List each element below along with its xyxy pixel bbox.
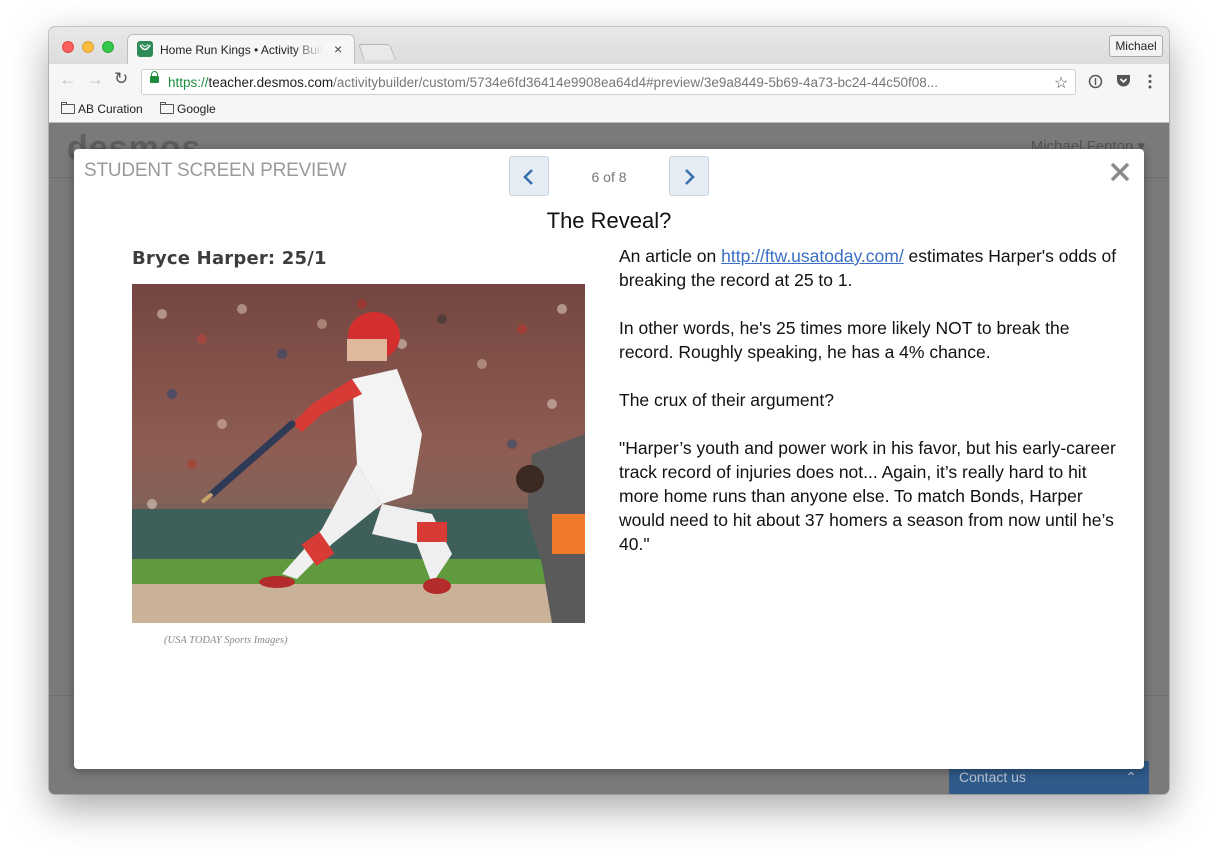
previous-screen-button[interactable] [509, 156, 549, 196]
lock-icon [150, 71, 159, 83]
profile-button[interactable]: Michael [1109, 35, 1163, 57]
photo-caption: (USA TODAY Sports Images) [164, 635, 288, 646]
article-paragraph-2: In other words, he's 25 times more likel… [619, 318, 1070, 362]
chevron-right-icon [685, 169, 695, 185]
chevron-left-icon [523, 169, 533, 185]
bookmark-star-icon[interactable]: ☆ [1054, 73, 1068, 93]
pocket-extension-icon[interactable] [1116, 74, 1131, 88]
forward-icon[interactable]: → [86, 69, 104, 90]
desmos-favicon-icon [137, 41, 153, 57]
address-bar[interactable]: https://teacher.desmos.com/activitybuild… [141, 69, 1076, 95]
title-bar: Home Run Kings • Activity Builder × Mich… [49, 27, 1169, 64]
article-paragraph-3: The crux of their argument? [619, 390, 834, 410]
article-text: An article on http://ftw.usatoday.com/ e… [619, 244, 1119, 580]
reload-icon[interactable]: ↻ [114, 69, 128, 89]
browser-toolbar: ← → ↻ https://teacher.desmos.com/activit… [49, 64, 1169, 97]
bookmark-ab-curation[interactable]: AB Curation [61, 102, 143, 116]
close-icon[interactable] [1108, 160, 1132, 184]
student-preview-modal: STUDENT SCREEN PREVIEW 6 of 8 The Reveal… [74, 149, 1144, 769]
zoom-window-button[interactable] [102, 41, 114, 53]
back-icon[interactable]: ← [59, 69, 77, 90]
screen-title: The Reveal? [546, 208, 672, 233]
screen-counter: 6 of 8 [591, 169, 627, 185]
info-extension-icon[interactable] [1088, 74, 1103, 89]
menu-more-icon[interactable] [1147, 74, 1153, 89]
bookmark-google[interactable]: Google [160, 102, 216, 116]
tab-close-icon[interactable]: × [334, 41, 342, 57]
folder-icon [160, 102, 174, 114]
image-heading: Bryce Harper: 25/1 [132, 248, 327, 269]
baseball-photo [132, 284, 585, 623]
close-window-button[interactable] [62, 41, 74, 53]
browser-tab-active[interactable]: Home Run Kings • Activity Builder × [127, 34, 355, 64]
new-tab-button[interactable] [358, 44, 396, 60]
article-paragraph-1: An article on http://ftw.usatoday.com/ e… [619, 246, 1117, 290]
article-quote: "Harper’s youth and power work in his fa… [619, 438, 1116, 554]
usatoday-link[interactable]: http://ftw.usatoday.com/ [721, 246, 904, 266]
next-screen-button[interactable] [669, 156, 709, 196]
minimize-window-button[interactable] [82, 41, 94, 53]
bookmarks-bar: AB Curation Google [49, 97, 1169, 123]
folder-icon [61, 102, 75, 114]
modal-heading: STUDENT SCREEN PREVIEW [84, 160, 347, 181]
url-text: https://teacher.desmos.com/activitybuild… [168, 75, 939, 90]
